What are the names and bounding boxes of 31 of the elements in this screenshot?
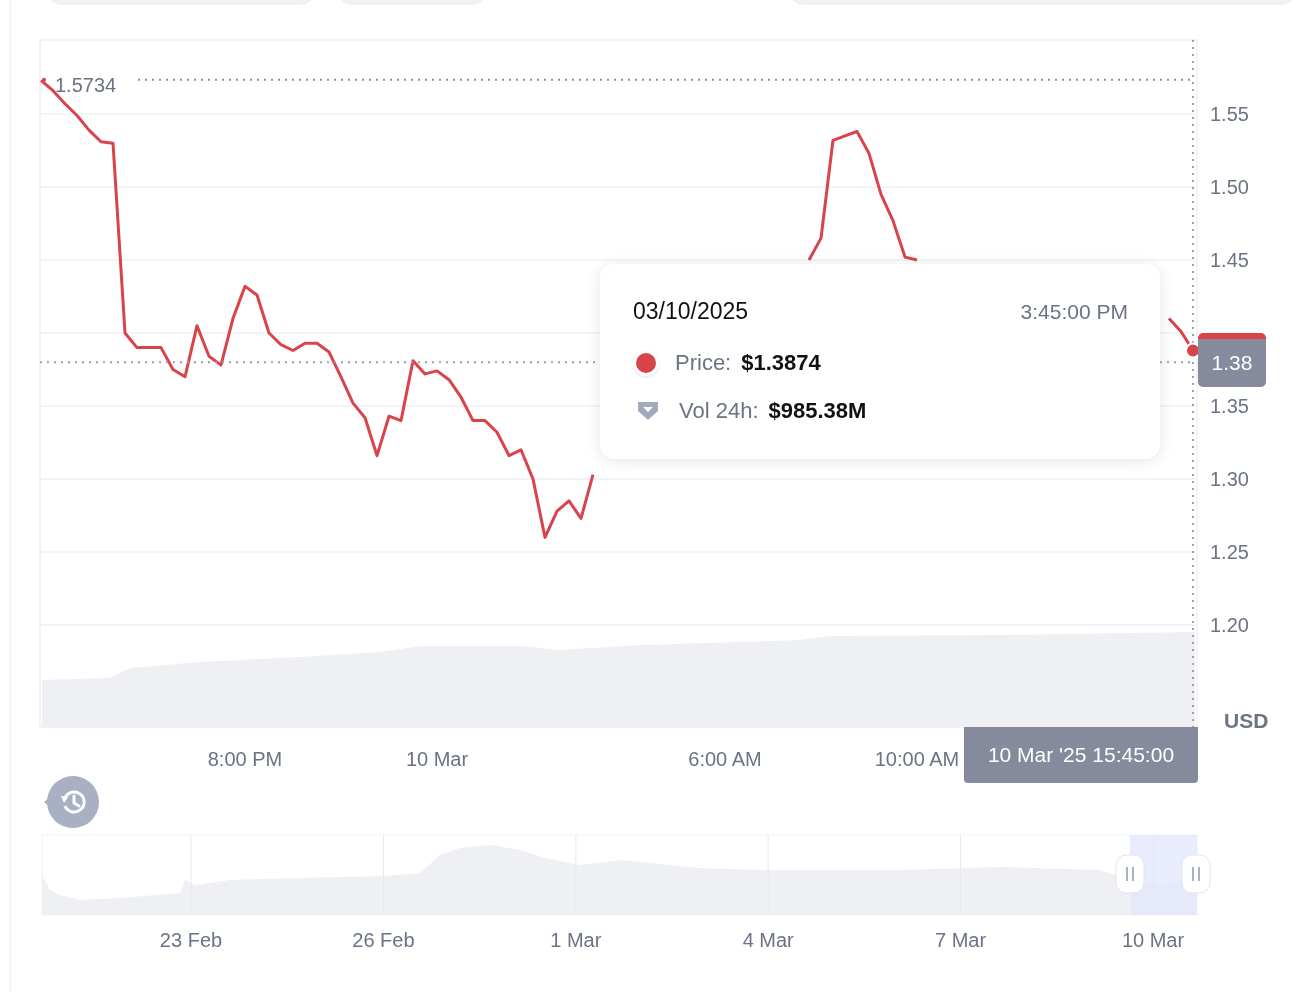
y-axis-label: 1.35 xyxy=(1210,395,1249,417)
x-axis-label: 8:00 PM xyxy=(207,748,283,770)
overview-date-label: 10 Mar xyxy=(1121,929,1185,951)
overview-date-label: 23 Feb xyxy=(159,929,223,951)
tooltip-time: 3:45:00 PM xyxy=(1020,299,1128,324)
tooltip-value: $985.38M xyxy=(768,398,867,424)
high-point-icon xyxy=(42,77,46,82)
y-axis-label: 1.50 xyxy=(1210,176,1249,198)
x-axis-label: 10:00 AM xyxy=(874,748,960,770)
tooltip-date: 03/10/2025 xyxy=(633,298,749,325)
price-tag: 1.38 xyxy=(1198,333,1266,387)
overview-date-label: 1 Mar xyxy=(550,929,602,951)
tooltip-value: $1.3874 xyxy=(741,350,821,376)
y-axis-label: 1.25 xyxy=(1210,540,1249,563)
y-axis-label: 1.45 xyxy=(1210,249,1249,271)
y-axis-label: 1.20 xyxy=(1210,613,1249,636)
x-axis-label: 6:00 AM xyxy=(688,748,762,770)
tooltip-label: Vol 24h: xyxy=(679,398,759,424)
currency-label: USD xyxy=(1224,709,1269,732)
high-price-label: 1.5734 xyxy=(55,73,117,96)
y-axis-label: 1.55 xyxy=(1210,103,1249,125)
overview-date-label: 7 Mar xyxy=(935,929,987,951)
tooltip-label: Price: xyxy=(675,350,732,376)
y-axis-label: 1.30 xyxy=(1210,467,1249,490)
overview-date-label: 4 Mar xyxy=(742,929,794,951)
range-handle[interactable] xyxy=(1181,854,1211,894)
x-axis-label: 10 Mar xyxy=(405,748,469,770)
history-button[interactable] xyxy=(44,776,101,828)
time-tag: 10 Mar '25 15:45:00 xyxy=(964,727,1198,783)
overview-date-label: 26 Feb xyxy=(352,929,415,951)
range-handle[interactable] xyxy=(1115,854,1145,894)
